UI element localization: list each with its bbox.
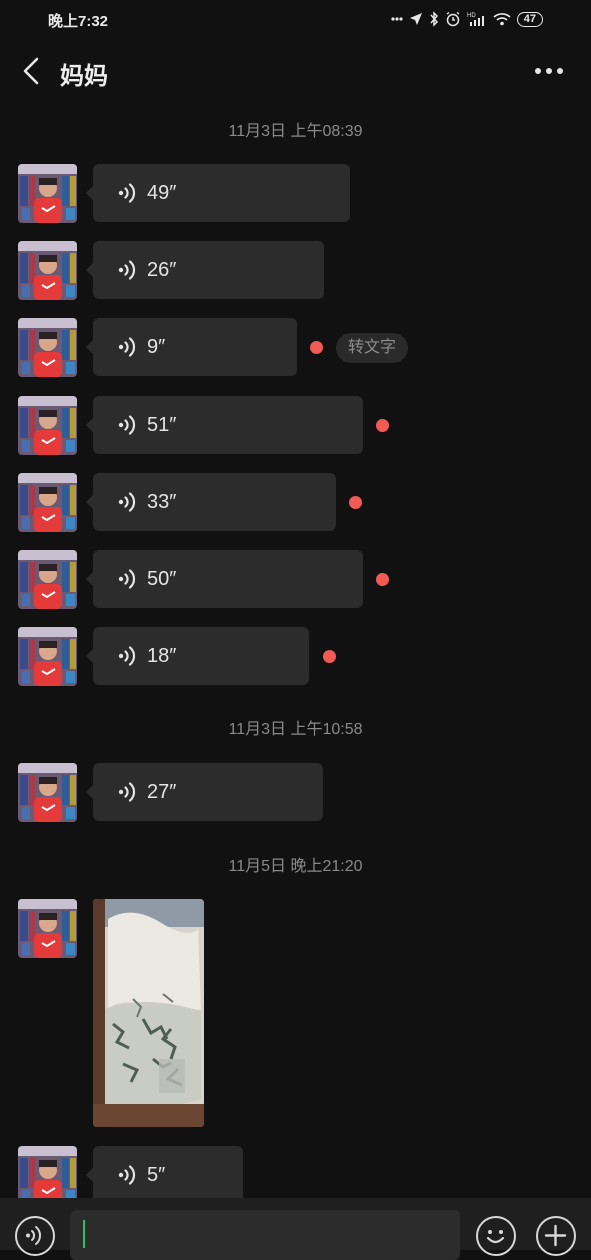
voice-icon bbox=[117, 567, 141, 591]
avatar[interactable] bbox=[18, 241, 77, 300]
avatar[interactable] bbox=[18, 318, 77, 377]
avatar[interactable] bbox=[18, 473, 77, 532]
voice-toggle-icon bbox=[26, 1226, 42, 1245]
unread-dot bbox=[376, 419, 389, 432]
voice-icon bbox=[117, 335, 141, 359]
status-time: 晚上7:32 bbox=[48, 13, 109, 30]
avatar[interactable] bbox=[18, 763, 77, 822]
chat-area[interactable]: 11月3日 上午08:39 49″ 26″ 9″ 转文字 51″ 33″ 50″… bbox=[0, 102, 591, 1198]
voice-icon bbox=[117, 490, 141, 514]
svg-text:HD: HD bbox=[467, 13, 476, 19]
text-cursor bbox=[83, 1220, 85, 1248]
voice-bubble[interactable]: 51″ bbox=[86, 396, 363, 454]
convert-to-text-button[interactable]: 转文字 bbox=[336, 333, 409, 363]
avatar[interactable] bbox=[18, 164, 77, 223]
status-bar: 晚上7:32 HD 47 bbox=[0, 0, 591, 38]
avatar[interactable] bbox=[18, 1146, 77, 1198]
voice-icon bbox=[117, 413, 141, 437]
voice-duration: 50″ bbox=[147, 568, 177, 590]
input-bar bbox=[0, 1198, 591, 1260]
emoji-button[interactable] bbox=[476, 1216, 516, 1256]
chat-title: 妈妈 bbox=[60, 63, 108, 90]
unread-dot bbox=[310, 341, 323, 354]
photo-thumbnail[interactable] bbox=[93, 899, 204, 1127]
voice-bubble[interactable]: 33″ bbox=[86, 473, 336, 531]
timestamp: 11月5日 晚上21:20 bbox=[228, 858, 363, 875]
voice-bubble[interactable]: 9″ bbox=[86, 318, 297, 376]
voice-bubble[interactable]: 27″ bbox=[86, 763, 323, 821]
timestamp: 11月3日 上午08:39 bbox=[228, 123, 363, 140]
voice-duration: 33″ bbox=[147, 491, 177, 513]
plus-button[interactable] bbox=[536, 1216, 576, 1256]
message-input[interactable] bbox=[70, 1210, 460, 1260]
chevron-left-icon bbox=[23, 57, 39, 85]
emoji-icon bbox=[486, 1230, 505, 1244]
chat-header: 妈妈 bbox=[0, 40, 591, 102]
avatar[interactable] bbox=[18, 627, 77, 686]
voice-duration: 49″ bbox=[147, 182, 177, 204]
alarm-icon bbox=[446, 11, 460, 27]
voice-icon bbox=[117, 780, 141, 804]
back-button[interactable] bbox=[14, 52, 48, 90]
voice-bubble[interactable]: 18″ bbox=[86, 627, 309, 685]
unread-dot bbox=[376, 573, 389, 586]
voice-duration: 51″ bbox=[147, 414, 177, 436]
wifi-icon bbox=[493, 13, 511, 26]
more-button[interactable] bbox=[531, 60, 567, 82]
more-dots-icon bbox=[535, 68, 563, 74]
voice-duration: 27″ bbox=[147, 781, 177, 803]
location-icon bbox=[409, 13, 422, 25]
voice-bubble[interactable]: 50″ bbox=[86, 550, 363, 608]
voice-bubble[interactable]: 26″ bbox=[86, 241, 324, 299]
voice-bubble[interactable]: 49″ bbox=[86, 164, 350, 222]
voice-toggle-button[interactable] bbox=[15, 1216, 55, 1256]
hd-signal-icon: HD bbox=[467, 13, 484, 26]
timestamp: 11月3日 上午10:58 bbox=[228, 721, 363, 738]
voice-duration: 18″ bbox=[147, 645, 177, 667]
avatar[interactable] bbox=[18, 899, 77, 958]
bluetooth-icon bbox=[430, 11, 438, 27]
voice-icon bbox=[117, 644, 141, 668]
dots-icon bbox=[391, 17, 403, 21]
avatar[interactable] bbox=[18, 550, 77, 609]
status-icons: HD 47 bbox=[391, 9, 543, 29]
voice-bubble[interactable]: 5″ bbox=[86, 1146, 243, 1198]
voice-duration: 9″ bbox=[147, 336, 166, 358]
voice-icon bbox=[117, 1163, 141, 1187]
battery-icon: 47 bbox=[516, 11, 543, 27]
voice-icon bbox=[117, 181, 141, 205]
voice-duration: 26″ bbox=[147, 259, 177, 281]
unread-dot bbox=[349, 496, 362, 509]
avatar[interactable] bbox=[18, 396, 77, 455]
voice-duration: 5″ bbox=[147, 1164, 166, 1186]
plus-icon bbox=[544, 1224, 567, 1247]
voice-icon bbox=[117, 258, 141, 282]
unread-dot bbox=[323, 650, 336, 663]
